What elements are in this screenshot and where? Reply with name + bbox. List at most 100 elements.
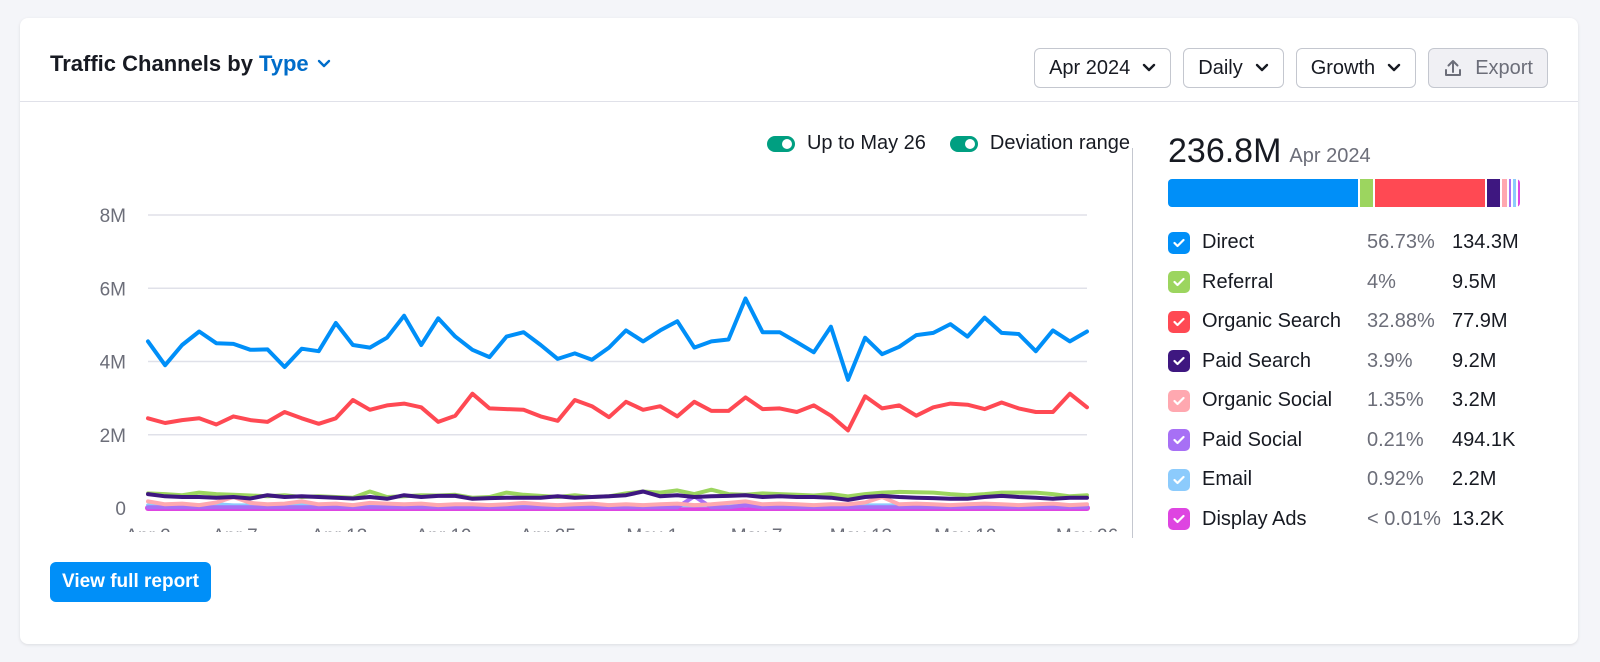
header-controls: Apr 2024 Daily Growth Export (1034, 48, 1548, 88)
y-tick-label: 4M (100, 353, 126, 374)
checkbox-checked-icon[interactable] (1168, 468, 1190, 491)
checkbox-checked-icon[interactable] (1168, 389, 1190, 412)
chevron-down-icon (1255, 63, 1268, 72)
share-segment-paid-social (1508, 179, 1511, 207)
legend-channel-visits: 3.2M (1452, 389, 1497, 412)
legend-channel-visits: 2.2M (1452, 468, 1497, 491)
series-line-direct (146, 296, 1089, 382)
checkmark-icon (1173, 436, 1185, 445)
legend-channel-visits: 77.9M (1452, 310, 1508, 333)
legend-channel-name: Organic Search (1202, 310, 1341, 333)
legend-channel-name: Referral (1202, 270, 1274, 293)
legend-channel-name: Paid Social (1202, 428, 1303, 451)
checkbox-checked-icon[interactable] (1168, 231, 1190, 254)
chevron-down-icon (1143, 63, 1156, 72)
legend-item-paid-social[interactable]: Paid Social 0.21% 494.1K (1168, 421, 1520, 461)
x-tick-label: Apr 19 (416, 526, 472, 532)
legend-channel-visits: 494.1K (1452, 428, 1516, 451)
legend-channel-name: Paid Search (1202, 349, 1311, 372)
y-tick-label: 8M (100, 206, 126, 227)
checkbox-checked-icon[interactable] (1168, 271, 1190, 294)
x-tick-label: Apr 7 (212, 526, 257, 532)
total-visits: 236.8M (1168, 132, 1282, 170)
metric-select-label: Growth (1310, 56, 1376, 79)
metric-select[interactable]: Growth (1295, 48, 1417, 88)
line-chart: 0 2M 4M 6M 8M Apr 2 Apr 7 Apr 13 Apr 19 Apr 25 May… (100, 206, 1119, 532)
checkmark-icon (1173, 396, 1185, 405)
legend-channel-visits: 13.2K (1452, 507, 1505, 530)
x-tick-label: Apr 2 (125, 526, 170, 532)
y-tick-label: 0 (115, 499, 126, 520)
legend-channel-share: 32.88% (1367, 310, 1435, 333)
x-tick-label: May 19 (934, 526, 996, 532)
chevron-down-icon (317, 59, 330, 68)
card-header: Traffic Channels by Type Apr 2024 Daily … (20, 18, 1578, 102)
checkmark-icon (1173, 475, 1185, 484)
export-label: Export (1475, 56, 1533, 79)
legend-channel-visits: 9.2M (1452, 349, 1497, 372)
granularity-select[interactable]: Daily (1183, 48, 1284, 88)
view-full-report-button[interactable]: View full report (50, 562, 211, 602)
share-segment-organic-social (1502, 179, 1507, 207)
legend-channel-share: 0.21% (1367, 428, 1424, 451)
legend-channel-visits: 9.5M (1452, 270, 1497, 293)
legend-item-paid-search[interactable]: Paid Search 3.9% 9.2M (1168, 342, 1520, 382)
share-segment-organic-search (1375, 179, 1486, 207)
x-tick-label: Apr 13 (311, 526, 367, 532)
legend-item-direct[interactable]: Direct 56.73% 134.3M (1168, 223, 1520, 263)
legend-item-display-ads[interactable]: Display Ads < 0.01% 13.2K (1168, 500, 1520, 540)
legend-channel-name: Direct (1202, 231, 1255, 254)
export-button[interactable]: Export (1428, 48, 1548, 88)
summary-panel: 236.8M Apr 2024 Direct 56.73% 134.3M Referr… (1168, 132, 1520, 539)
legend-channel-name: Organic Social (1202, 389, 1333, 412)
checkmark-icon (1173, 357, 1185, 366)
checkbox-checked-icon[interactable] (1168, 310, 1190, 333)
checkmark-icon (1173, 515, 1185, 524)
divider (1132, 148, 1133, 538)
period-select[interactable]: Apr 2024 (1034, 48, 1172, 88)
checkbox-checked-icon[interactable] (1168, 429, 1190, 452)
share-segment-referral (1359, 179, 1374, 207)
share-segment-display-ads (1518, 179, 1520, 207)
share-segment-direct (1168, 179, 1358, 207)
chart-area: Up to May 26 Deviation range 02M4M6M8MAp… (20, 102, 1130, 532)
legend-channel-share: < 0.01% (1367, 507, 1441, 530)
legend-channel-name: Email (1202, 468, 1253, 491)
type-dropdown[interactable]: Type (259, 51, 331, 77)
checkmark-icon (1173, 317, 1185, 326)
legend-item-organic-social[interactable]: Organic Social 1.35% 3.2M (1168, 381, 1520, 421)
upload-icon (1445, 60, 1462, 76)
legend-item-organic-search[interactable]: Organic Search 32.88% 77.9M (1168, 302, 1520, 342)
title-prefix: Traffic Channels by (50, 51, 253, 76)
legend-channel-share: 56.73% (1367, 231, 1435, 254)
legend-channel-visits: 134.3M (1452, 231, 1519, 254)
checkmark-icon (1173, 278, 1185, 287)
checkbox-checked-icon[interactable] (1168, 350, 1190, 373)
legend-item-email[interactable]: Email 0.92% 2.2M (1168, 460, 1520, 500)
legend-channel-share: 1.35% (1367, 389, 1424, 412)
share-stacked-bar (1168, 179, 1520, 207)
x-tick-label: May 1 (626, 526, 678, 532)
x-tick-label: Apr 25 (520, 526, 576, 532)
channel-legend: Direct 56.73% 134.3M Referral 4% 9.5M Organic … (1168, 223, 1520, 539)
period-select-label: Apr 2024 (1049, 56, 1131, 79)
x-tick-label: May 26 (1056, 526, 1118, 532)
legend-channel-name: Display Ads (1202, 507, 1307, 530)
chevron-down-icon (1387, 63, 1401, 72)
x-tick-label: May 13 (830, 526, 892, 532)
x-tick-label: May 7 (731, 526, 783, 532)
granularity-select-label: Daily (1198, 56, 1243, 79)
y-tick-label: 6M (100, 279, 126, 300)
type-dropdown-label: Type (258, 51, 309, 76)
share-segment-email (1512, 179, 1516, 207)
checkmark-icon (1173, 238, 1185, 247)
total-row: 236.8M Apr 2024 (1168, 132, 1520, 171)
legend-channel-share: 0.92% (1367, 468, 1424, 491)
checkbox-checked-icon[interactable] (1168, 508, 1190, 531)
y-tick-label: 2M (100, 426, 126, 447)
card-title: Traffic Channels by Type (50, 51, 331, 77)
series-line-organic-search (146, 391, 1089, 433)
legend-item-referral[interactable]: Referral 4% 9.5M (1168, 263, 1520, 303)
total-period: Apr 2024 (1289, 145, 1371, 167)
share-segment-paid-search (1487, 179, 1501, 207)
